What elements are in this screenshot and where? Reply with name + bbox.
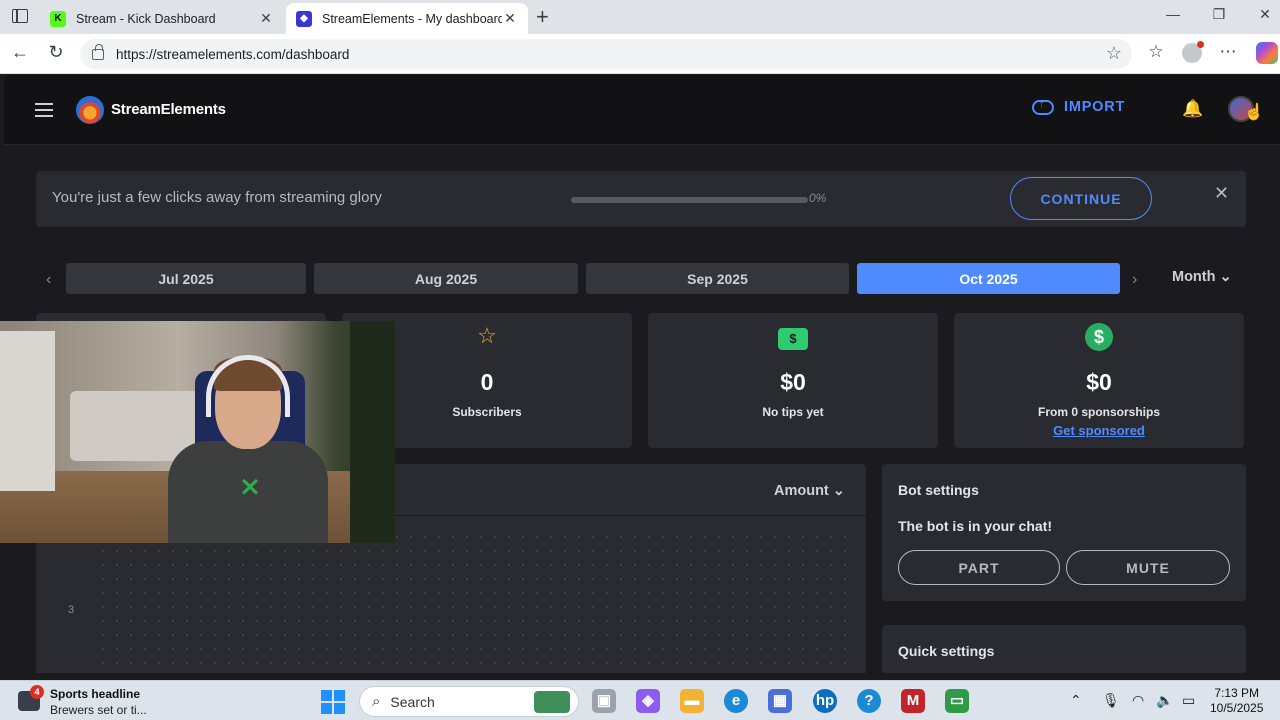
volume-icon[interactable]: 🔈: [1156, 692, 1173, 709]
month-tab[interactable]: Aug 2025: [314, 263, 578, 294]
cash-icon: $: [648, 323, 938, 350]
windows-start-icon[interactable]: [321, 690, 345, 714]
webcam-overlay: ⨯: [0, 321, 395, 543]
clock-date: 10/5/2025: [1210, 701, 1264, 715]
shirt-logo-icon: ⨯: [239, 471, 261, 501]
notifications-bell-icon[interactable]: 🔔: [1182, 99, 1203, 119]
search-placeholder: Search: [390, 693, 435, 710]
mouse-cursor-icon: ☝: [1244, 104, 1264, 121]
previous-month-icon[interactable]: ‹: [46, 271, 51, 289]
chevron-down-icon: ⌄: [832, 483, 845, 499]
stat-label: No tips yet: [762, 405, 824, 419]
mcafee-icon[interactable]: M: [901, 689, 925, 713]
refresh-icon[interactable]: ↻: [44, 42, 68, 63]
hp-icon[interactable]: hp: [813, 689, 837, 713]
bot-settings-card: Bot settings The bot is in your chat! PA…: [882, 464, 1246, 601]
quick-settings-title: Quick settings: [898, 643, 995, 659]
copilot-icon[interactable]: [1256, 42, 1278, 64]
new-tab-button[interactable]: +: [536, 4, 549, 30]
battery-icon[interactable]: ▭: [1182, 692, 1195, 709]
stat-label: From 0 sponsorships: [1037, 405, 1161, 419]
news-headline: Sports headline: [50, 687, 141, 701]
close-tab-icon[interactable]: ✕: [258, 10, 274, 27]
close-tab-icon[interactable]: ✕: [502, 10, 518, 27]
close-banner-icon[interactable]: ✕: [1214, 183, 1229, 204]
minimize-icon[interactable]: —: [1158, 6, 1188, 22]
microphone-icon[interactable]: 🎙: [1102, 692, 1120, 709]
mute-button[interactable]: MUTE: [1066, 550, 1230, 585]
month-tab-active[interactable]: Oct 2025: [857, 263, 1120, 294]
chevron-down-icon: ⌄: [1219, 269, 1232, 285]
month-tab[interactable]: Jul 2025: [66, 263, 306, 294]
task-view-icon[interactable]: ▣: [592, 689, 616, 713]
favorites-icon[interactable]: ☆: [1144, 42, 1168, 62]
tab-streamelements[interactable]: ◆ StreamElements - My dashboard ✕: [286, 3, 528, 34]
quick-settings-card: Quick settings: [882, 625, 1246, 673]
onboarding-progress-bar: [571, 197, 808, 203]
bot-settings-title: Bot settings: [898, 482, 979, 498]
dollar-icon: $: [954, 323, 1244, 351]
next-month-icon[interactable]: ›: [1132, 271, 1137, 289]
amount-sort-select[interactable]: Amount ⌄: [774, 483, 845, 499]
import-label: IMPORT: [1064, 99, 1126, 115]
chart-grid: [96, 530, 846, 673]
banner-message: You're just a few clicks away from strea…: [52, 189, 382, 206]
tab-actions-icon[interactable]: [12, 9, 28, 23]
period-select[interactable]: Month ⌄: [1172, 269, 1232, 285]
tab-title: Stream - Kick Dashboard: [76, 11, 216, 26]
show-hidden-icons[interactable]: ⌃: [1070, 692, 1082, 709]
brand-name[interactable]: StreamElements: [111, 101, 226, 118]
stat-card-tips: $ $0 No tips yet: [648, 313, 938, 448]
stat-card-sponsorships: $ $0 From 0 sponsorships Get sponsored: [954, 313, 1244, 448]
import-button[interactable]: IMPORT: [1032, 98, 1126, 115]
amount-label: Amount: [774, 483, 829, 499]
url-text: https://streamelements.com/dashboard: [116, 46, 350, 62]
kick-icon: K: [50, 10, 66, 27]
search-highlight-icon: [534, 691, 570, 713]
favorite-star-icon[interactable]: ☆: [1106, 43, 1122, 64]
month-tab[interactable]: Sep 2025: [586, 263, 849, 294]
app-header: StreamElements IMPORT 🔔 ☝: [4, 75, 1280, 145]
edge-browser-icon[interactable]: e: [724, 689, 748, 713]
clock-time: 7:13 PM: [1214, 686, 1260, 700]
onboarding-banner: You're just a few clicks away from strea…: [36, 171, 1246, 227]
windows-taskbar: 4 Sports headline Brewers set or ti... ⌕…: [0, 680, 1280, 720]
wifi-icon[interactable]: ◠: [1132, 692, 1144, 709]
back-icon[interactable]: ←: [8, 42, 32, 63]
streamelements-icon: ◆: [296, 10, 312, 27]
news-widget[interactable]: 4 Sports headline Brewers set or ti...: [18, 685, 168, 717]
browser-profile-avatar[interactable]: [1182, 41, 1204, 63]
store-icon[interactable]: ▦: [768, 689, 792, 713]
file-explorer-icon[interactable]: ▬: [680, 689, 704, 713]
tab-kick-dashboard[interactable]: K Stream - Kick Dashboard ✕: [40, 3, 284, 34]
stat-value: $0: [780, 369, 806, 395]
more-options-icon[interactable]: ⋯: [1216, 42, 1240, 62]
news-subtitle: Brewers set or ti...: [50, 703, 147, 717]
get-sponsored-link[interactable]: Get sponsored: [954, 423, 1244, 438]
y-axis-tick: 3: [68, 604, 75, 616]
browser-toolbar: ← ↻ https://streamelements.com/dashboard…: [0, 34, 1280, 74]
close-window-icon[interactable]: ✕: [1250, 6, 1280, 23]
restore-icon[interactable]: ❐: [1204, 6, 1234, 23]
lock-icon: [92, 43, 104, 60]
search-icon: ⌕: [372, 693, 381, 710]
streamelements-logo[interactable]: [76, 96, 104, 124]
app-icon[interactable]: ▭: [945, 689, 969, 713]
cloud-upload-icon: [1032, 98, 1054, 115]
continue-button[interactable]: CONTINUE: [1010, 177, 1152, 220]
bot-status: The bot is in your chat!: [898, 518, 1053, 534]
menu-icon[interactable]: [35, 103, 53, 117]
period-label: Month: [1172, 269, 1216, 285]
news-badge: 4: [30, 685, 44, 699]
copilot-app-icon[interactable]: ◈: [636, 689, 660, 713]
address-bar[interactable]: https://streamelements.com/dashboard ☆: [80, 39, 1132, 69]
help-icon[interactable]: ?: [857, 689, 881, 713]
taskbar-search[interactable]: ⌕ Search: [359, 686, 579, 717]
stat-value: $0: [1086, 369, 1112, 395]
system-clock[interactable]: 7:13 PM 10/5/2025: [1210, 686, 1263, 716]
tab-title: StreamElements - My dashboard: [322, 11, 502, 26]
part-button[interactable]: PART: [898, 550, 1060, 585]
progress-percent: 0%: [809, 191, 827, 205]
browser-tab-strip: K Stream - Kick Dashboard ✕ ◆ StreamElem…: [0, 0, 1280, 34]
